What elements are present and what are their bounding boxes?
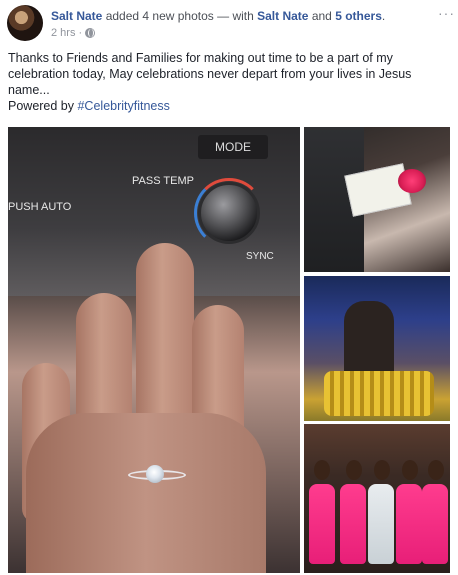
powered-label: Powered by (8, 99, 78, 113)
post-message: Thanks to Friends and Families for makin… (8, 51, 412, 97)
mode-label: MODE (198, 135, 268, 159)
pink-dress (396, 484, 422, 564)
avatar[interactable] (7, 5, 43, 41)
person-head (428, 460, 444, 480)
palm (26, 413, 266, 573)
powered-line: Powered by #Celebrityfitness (8, 98, 448, 114)
pink-dress (422, 484, 448, 564)
ring-diamond (146, 465, 164, 483)
person-head (346, 460, 362, 480)
hand-image (16, 183, 276, 573)
action-text: added 4 new photos — with (102, 9, 258, 23)
person-head (374, 460, 390, 480)
timestamp-link[interactable]: 2 hrs (51, 27, 75, 39)
hashtag-link[interactable]: #Celebrityfitness (77, 99, 169, 113)
post-text: Thanks to Friends and Families for makin… (8, 50, 448, 114)
pink-dress (309, 484, 335, 564)
facebook-post: Salt Nate added 4 new photos — with Salt… (0, 0, 458, 575)
person-figure (344, 301, 394, 381)
meta-separator: · (78, 27, 83, 39)
pink-dress (340, 484, 366, 564)
avatar-ring (7, 5, 43, 41)
person-head (402, 460, 418, 480)
period-text: . (381, 9, 386, 23)
post-meta: 2 hrs · (51, 27, 96, 39)
author-name-link[interactable]: Salt Nate (51, 9, 102, 23)
gold-decoration (324, 371, 434, 416)
tagged-user-link[interactable]: Salt Nate (257, 9, 308, 23)
photo-group[interactable] (304, 424, 450, 573)
white-top (368, 484, 394, 564)
ellipsis-icon[interactable]: ··· (438, 6, 455, 20)
person-head (314, 460, 330, 480)
photo-card[interactable] (304, 127, 450, 272)
globe-icon[interactable] (85, 28, 96, 38)
pink-flower (398, 169, 426, 193)
photo-main-ring[interactable]: MODE PASS TEMP PUSH AUTO SYNC (8, 127, 300, 573)
post-header: Salt Nate added 4 new photos — with Salt… (51, 9, 385, 23)
others-link[interactable]: 5 others (335, 9, 382, 23)
and-text: and (308, 9, 336, 23)
photo-party[interactable] (304, 276, 450, 421)
